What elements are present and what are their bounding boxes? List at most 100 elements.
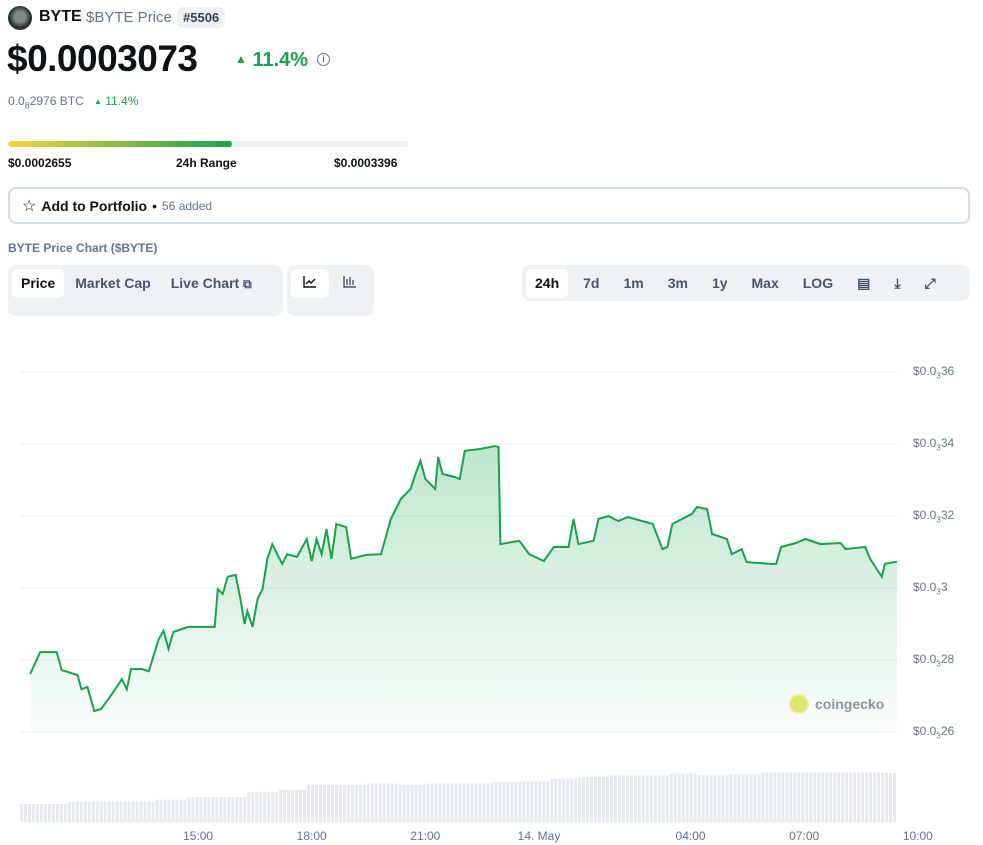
- volume-bar: [777, 772, 781, 822]
- volume-bar: [307, 784, 311, 822]
- volume-bar: [586, 777, 590, 822]
- volume-bar: [637, 775, 641, 822]
- volume-bar: [430, 783, 434, 822]
- y-tick-label: $0.0336: [913, 364, 955, 381]
- volume-bar: [494, 782, 498, 822]
- volume-bar: [83, 802, 87, 822]
- volume-bar: [498, 782, 502, 822]
- volume-bar: [454, 783, 458, 822]
- volume-bar: [542, 781, 546, 822]
- volume-bar: [785, 772, 789, 822]
- volume-bar: [881, 773, 885, 822]
- volume-bar: [251, 792, 255, 822]
- volume-bar: [394, 783, 398, 822]
- volume-bar: [199, 797, 203, 822]
- volume-bar: [749, 774, 753, 822]
- volume-bar: [95, 801, 99, 822]
- volume-bar: [685, 773, 689, 822]
- coingecko-watermark: coingecko: [789, 694, 884, 714]
- volume-bar: [613, 775, 617, 822]
- volume-bar: [87, 802, 91, 822]
- volume-bar: [39, 804, 43, 822]
- volume-bar: [857, 772, 861, 822]
- volume-bar: [458, 783, 462, 822]
- volume-bar: [789, 772, 793, 822]
- volume-bar: [873, 772, 877, 822]
- volume-bar: [203, 797, 207, 822]
- volume-bar: [442, 783, 446, 822]
- volume-bar: [677, 773, 681, 822]
- volume-bar: [438, 783, 442, 822]
- volume-bar: [275, 792, 279, 822]
- volume-bar: [701, 774, 705, 822]
- volume-bar: [223, 797, 227, 822]
- x-tick-label: 10:00: [902, 829, 933, 843]
- volume-bar: [350, 784, 354, 822]
- volume-bar: [621, 775, 625, 822]
- y-tick-label: $0.0332: [913, 508, 955, 525]
- volume-bar: [753, 774, 757, 822]
- volume-bar: [737, 774, 741, 822]
- volume-bar: [889, 773, 893, 822]
- volume-bar: [717, 774, 721, 822]
- volume-bar: [829, 772, 833, 822]
- volume-bar: [697, 774, 701, 822]
- volume-bar: [729, 774, 733, 822]
- volume-bar: [370, 783, 374, 822]
- volume-bar: [570, 778, 574, 822]
- volume-bar: [171, 799, 175, 822]
- volume-bar: [67, 802, 71, 822]
- volume-bar: [817, 772, 821, 822]
- volume-bar: [450, 783, 454, 822]
- volume-bar: [793, 772, 797, 822]
- volume-bar: [207, 797, 211, 822]
- volume-bar: [578, 777, 582, 822]
- volume-bar: [47, 804, 51, 822]
- volume-bar: [665, 775, 669, 822]
- volume-bar: [538, 781, 542, 822]
- volume-bar: [558, 778, 562, 822]
- volume-bar: [434, 783, 438, 822]
- volume-bar: [833, 772, 837, 822]
- volume-bar: [474, 783, 478, 822]
- volume-bar: [502, 782, 506, 822]
- volume-bar: [151, 801, 155, 822]
- volume-bar: [825, 772, 829, 822]
- volume-bar: [334, 784, 338, 822]
- volume-bar: [59, 804, 63, 822]
- volume-bar: [163, 799, 167, 822]
- volume-bar: [271, 792, 275, 822]
- volume-bar: [175, 799, 179, 822]
- volume-bar: [689, 773, 693, 822]
- volume-bar: [291, 789, 295, 822]
- volume-bar: [283, 789, 287, 822]
- volume-bar: [673, 773, 677, 822]
- volume-bar: [669, 773, 673, 822]
- volume-bar: [342, 784, 346, 822]
- volume-bar: [869, 772, 873, 822]
- volume-bar: [653, 775, 657, 822]
- volume-bar: [31, 804, 35, 822]
- volume-bar: [75, 802, 79, 822]
- volume-bar: [239, 797, 243, 822]
- volume-bar: [346, 784, 350, 822]
- volume-bar: [71, 802, 75, 822]
- watermark-text: coingecko: [815, 696, 885, 712]
- volume-bar: [598, 777, 602, 822]
- price-chart[interactable]: [0, 0, 983, 845]
- volume-bar: [641, 775, 645, 822]
- volume-bar: [562, 778, 566, 822]
- volume-bar: [757, 774, 761, 822]
- volume-bar: [55, 804, 59, 822]
- volume-bar: [801, 772, 805, 822]
- volume-bar: [534, 781, 538, 822]
- volume-bar: [466, 783, 470, 822]
- volume-bar: [131, 801, 135, 822]
- volume-bar: [279, 789, 283, 822]
- volume-bar: [805, 772, 809, 822]
- volume-bar: [841, 772, 845, 822]
- volume-bar: [79, 802, 83, 822]
- volume-bar: [518, 781, 522, 822]
- volume-bar: [195, 797, 199, 822]
- volume-bar: [633, 775, 637, 822]
